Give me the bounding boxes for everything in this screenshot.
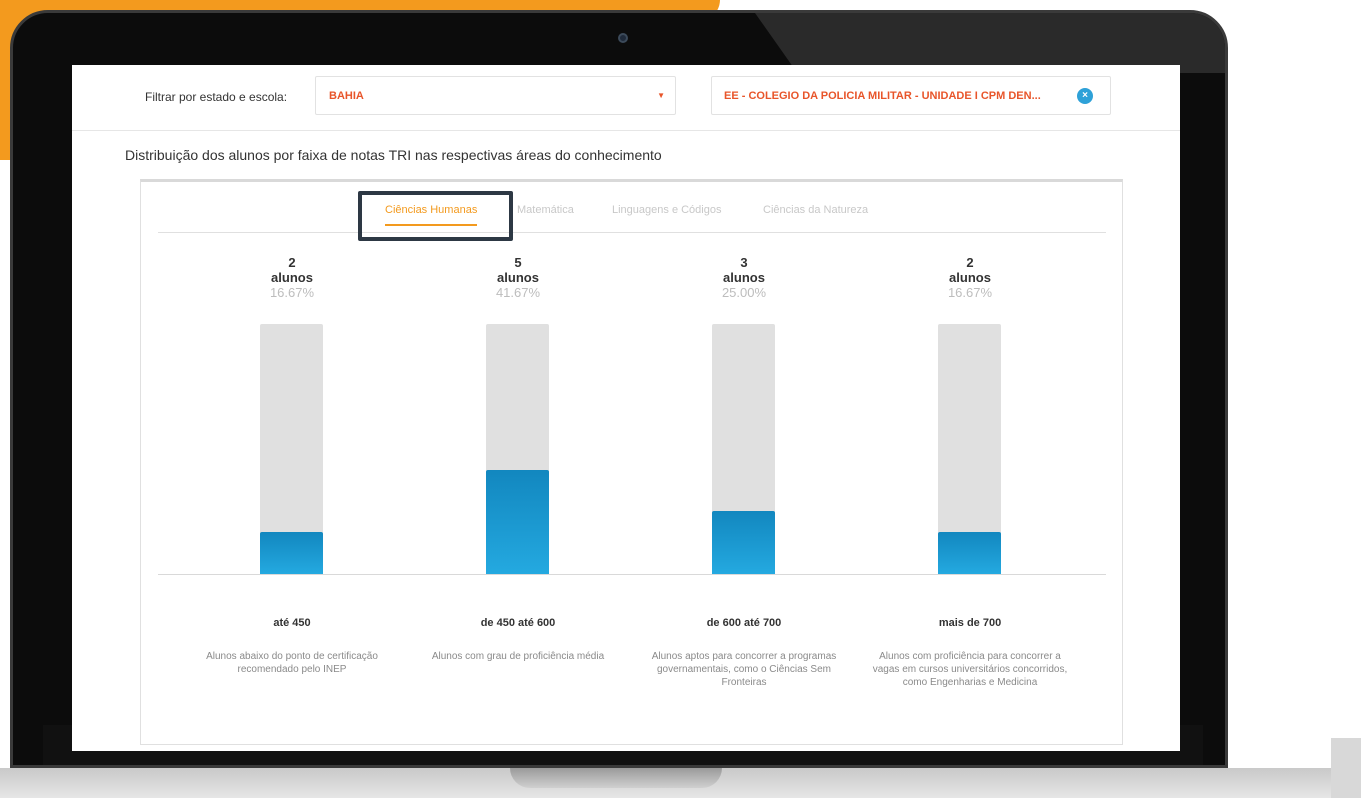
filter-label: Filtrar por estado e escola:	[145, 90, 288, 104]
clear-icon[interactable]: ×	[1077, 88, 1093, 104]
student-unit: alunos	[949, 270, 991, 285]
student-percentage: 41.67%	[495, 285, 541, 300]
student-unit: alunos	[723, 270, 765, 285]
bar-track	[486, 324, 549, 574]
bar-track	[712, 324, 775, 574]
school-select-value: EE - COLEGIO DA POLICIA MILITAR - UNIDAD…	[724, 90, 1041, 102]
column-header: 5 alunos 41.67%	[458, 255, 578, 300]
column-header: 3 alunos 25.00%	[684, 255, 804, 300]
tab-matematica[interactable]: Matemática	[517, 204, 574, 216]
column-header: 2 alunos 16.67%	[232, 255, 352, 300]
student-count: 2	[966, 255, 974, 270]
camera-icon	[618, 33, 628, 43]
bar-de-600-ate-700	[712, 511, 775, 574]
tab-ciencias-da-natureza[interactable]: Ciências da Natureza	[763, 204, 868, 216]
range-label: de 450 até 600	[480, 617, 556, 629]
range-description: Alunos com grau de proficiência média	[431, 651, 605, 662]
bar-ate-450	[260, 532, 323, 574]
bar-track	[938, 324, 1001, 574]
student-percentage: 16.67%	[947, 285, 993, 300]
app-screen: Filtrar por estado e escola: BAHIA ▼ EE …	[72, 65, 1180, 751]
range-description: Alunos aptos para concorrer a programas …	[651, 651, 837, 688]
chart-baseline	[158, 574, 1106, 575]
student-percentage: 25.00%	[721, 285, 767, 300]
student-percentage: 16.67%	[269, 285, 315, 300]
range-description: Alunos abaixo do ponto de certificação r…	[206, 651, 378, 675]
bar-mais-de-700	[938, 532, 1001, 574]
area-tabs: Ciências Humanas Matemática Linguagens e…	[158, 182, 1106, 233]
filter-bar: Filtrar por estado e escola: BAHIA ▼ EE …	[72, 65, 1180, 131]
range-label: mais de 700	[938, 617, 1002, 629]
laptop-base	[0, 738, 1361, 798]
range-description: Alunos com proficiência para concorrer a…	[872, 651, 1068, 688]
student-unit: alunos	[497, 270, 539, 285]
range-label: até 450	[273, 617, 311, 629]
laptop-notch	[510, 768, 722, 788]
bar-track	[260, 324, 323, 574]
state-select-value: BAHIA	[329, 90, 364, 102]
distribution-card: Ciências Humanas Matemática Linguagens e…	[140, 179, 1123, 745]
bar-de-450-ate-600	[486, 470, 549, 574]
chevron-down-icon: ▼	[657, 91, 665, 100]
school-select[interactable]: EE - COLEGIO DA POLICIA MILITAR - UNIDAD…	[711, 76, 1111, 115]
state-select[interactable]: BAHIA ▼	[315, 76, 676, 115]
section-title: Distribuição dos alunos por faixa de not…	[125, 147, 662, 163]
student-count: 2	[288, 255, 296, 270]
column-header: 2 alunos 16.67%	[910, 255, 1030, 300]
tab-linguagens-e-codigos[interactable]: Linguagens e Códigos	[612, 204, 721, 216]
base-side	[1331, 738, 1361, 798]
student-count: 5	[514, 255, 522, 270]
student-unit: alunos	[271, 270, 313, 285]
bezel-glare	[755, 13, 1225, 73]
range-label: de 600 até 700	[706, 617, 782, 629]
student-count: 3	[740, 255, 748, 270]
tab-highlight-box	[358, 191, 513, 241]
